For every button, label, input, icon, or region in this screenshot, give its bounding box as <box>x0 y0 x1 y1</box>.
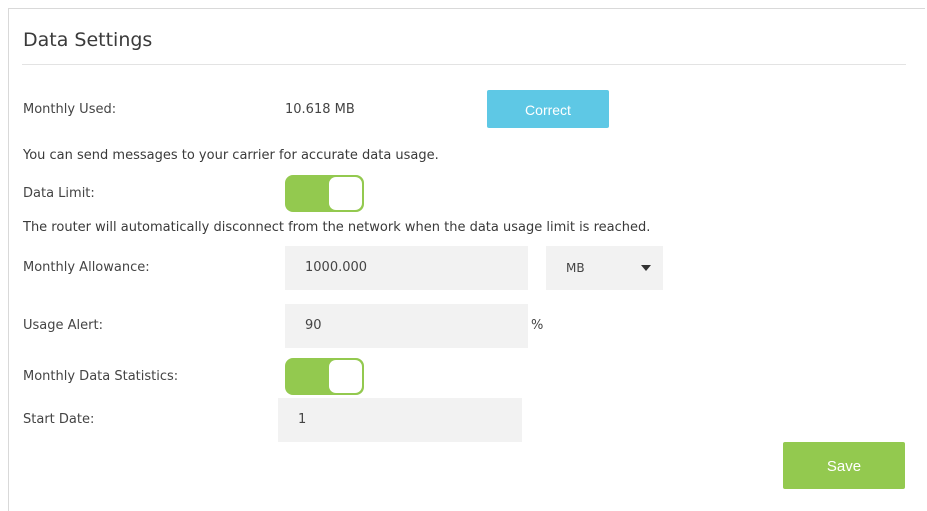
monthly-statistics-toggle[interactable] <box>285 358 364 395</box>
usage-alert-label: Usage Alert: <box>23 318 103 333</box>
caret-down-icon <box>641 265 651 271</box>
monthly-used-value: 10.618 MB <box>285 102 355 117</box>
section-title: Data Settings <box>23 29 153 51</box>
toggle-knob <box>329 177 362 210</box>
correct-button[interactable]: Correct <box>487 90 609 128</box>
carrier-note: You can send messages to your carrier fo… <box>23 148 439 163</box>
data-limit-label: Data Limit: <box>23 186 95 201</box>
usage-alert-input[interactable] <box>285 304 528 348</box>
usage-alert-percent-suffix: % <box>531 318 544 333</box>
allowance-unit-value: MB <box>566 261 585 275</box>
data-limit-toggle[interactable] <box>285 175 364 212</box>
monthly-used-label: Monthly Used: <box>23 102 117 117</box>
start-date-label: Start Date: <box>23 412 95 427</box>
monthly-statistics-label: Monthly Data Statistics: <box>23 369 179 384</box>
toggle-knob <box>329 360 362 393</box>
limit-note: The router will automatically disconnect… <box>23 220 651 235</box>
save-button[interactable]: Save <box>783 442 905 489</box>
start-date-input[interactable] <box>278 398 522 442</box>
allowance-unit-select[interactable]: MB <box>546 246 663 290</box>
monthly-allowance-label: Monthly Allowance: <box>23 260 150 275</box>
title-divider <box>22 64 906 65</box>
monthly-allowance-input[interactable] <box>285 246 528 290</box>
